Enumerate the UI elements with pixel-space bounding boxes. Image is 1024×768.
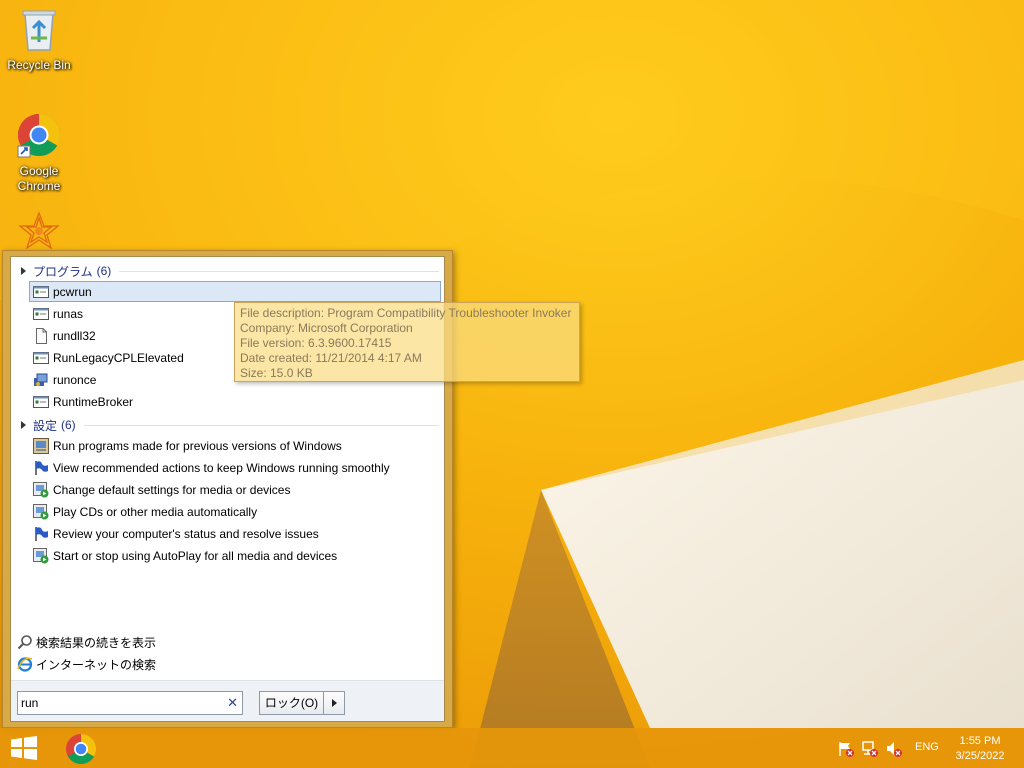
start-button[interactable]	[8, 736, 40, 760]
group-title: プログラム	[33, 264, 93, 279]
internet-explorer-icon	[17, 656, 33, 672]
item-label: RunLegacyCPLElevated	[53, 350, 184, 365]
internet-search-label: インターネットの検索	[36, 657, 157, 672]
list-item-view-recommended-actions[interactable]: View recommended actions to keep Windows…	[29, 457, 441, 478]
search-input[interactable]	[18, 693, 218, 713]
list-item-runtimebroker[interactable]: RuntimeBroker	[29, 391, 441, 412]
program-icon	[33, 394, 49, 410]
taskbar: ENG 1:55 PM 3/25/2022	[0, 728, 1024, 768]
lock-options-arrow-icon[interactable]	[324, 699, 344, 707]
item-label: Run programs made for previous versions …	[53, 438, 342, 453]
action-center-flag-icon[interactable]	[837, 740, 855, 758]
flag-icon	[33, 526, 49, 542]
group-header-programs[interactable]: プログラム (6)	[19, 263, 439, 279]
group-count: (6)	[96, 264, 112, 278]
item-label: Start or stop using AutoPlay for all med…	[53, 548, 338, 563]
google-chrome-desktop-icon[interactable]: Google Chrome	[1, 112, 77, 194]
taskbar-chrome-button[interactable]	[64, 733, 98, 765]
lock-button[interactable]: ロック(O)	[259, 691, 345, 715]
program-icon	[33, 306, 49, 322]
item-label: pcwrun	[53, 284, 92, 299]
recycle-bin-desktop-icon[interactable]: Recycle Bin	[1, 6, 77, 73]
autoplay-icon	[33, 547, 49, 564]
search-icon	[17, 634, 33, 650]
runonce-icon	[33, 372, 49, 388]
item-label: View recommended actions to keep Windows…	[53, 460, 390, 475]
recycle-bin-icon	[1, 6, 77, 56]
clock[interactable]: 1:55 PM 3/25/2022	[953, 734, 1007, 764]
tooltip-size: Size: 15.0 KB	[240, 366, 313, 380]
network-icon[interactable]	[861, 740, 879, 758]
group-divider	[119, 270, 439, 272]
list-item-pcwrun[interactable]: pcwrun	[29, 281, 441, 302]
group-title: 設定	[33, 418, 58, 433]
item-label: Change default settings for media or dev…	[53, 482, 291, 497]
clock-date: 3/25/2022	[955, 750, 1005, 762]
chrome-icon	[66, 734, 97, 765]
list-item-change-default-settings-media[interactable]: Change default settings for media or dev…	[29, 479, 441, 500]
file-info-tooltip: File description: Program Compatibility …	[234, 302, 580, 382]
expand-triangle-icon	[21, 267, 26, 275]
list-item-start-stop-autoplay[interactable]: Start or stop using AutoPlay for all med…	[29, 545, 441, 566]
windows-logo-icon	[11, 736, 37, 760]
google-chrome-label: Google Chrome	[17, 164, 61, 193]
internet-search-link[interactable]: インターネットの検索	[17, 655, 156, 673]
compat-icon	[33, 437, 49, 454]
group-count: (6)	[61, 418, 76, 432]
program-icon	[33, 350, 49, 366]
group-header-settings[interactable]: 設定 (6)	[19, 417, 439, 433]
lock-button-label[interactable]: ロック(O)	[260, 692, 324, 714]
item-label: rundll32	[53, 328, 96, 343]
expand-triangle-icon	[21, 421, 26, 429]
app-starburst-icon	[1, 210, 77, 254]
volume-muted-icon[interactable]	[885, 740, 903, 758]
see-more-results-link[interactable]: 検索結果の続きを表示	[17, 633, 156, 651]
file-icon	[33, 327, 49, 344]
search-bar-area: ✕ ロック(O)	[11, 680, 444, 721]
list-item-play-cds-automatically[interactable]: Play CDs or other media automatically	[29, 501, 441, 522]
clear-search-icon[interactable]: ✕	[227, 695, 238, 711]
clock-time: 1:55 PM	[959, 735, 1001, 747]
search-box[interactable]: ✕	[17, 691, 243, 715]
tooltip-file-description: File description: Program Compatibility …	[240, 306, 572, 320]
item-label: Play CDs or other media automatically	[53, 504, 258, 519]
flag-icon	[33, 460, 49, 476]
tooltip-company: Company: Microsoft Corporation	[240, 321, 413, 335]
group-divider	[83, 424, 439, 426]
autoplay-icon	[33, 481, 49, 498]
item-label: runas	[53, 306, 84, 321]
item-label: RuntimeBroker	[53, 394, 134, 409]
item-label: runonce	[53, 372, 97, 387]
list-item-review-computer-status[interactable]: Review your computer's status and resolv…	[29, 523, 441, 544]
program-icon	[33, 284, 49, 300]
tooltip-file-version: File version: 6.3.9600.17415	[240, 336, 392, 350]
autoplay-icon	[33, 503, 49, 520]
item-label: Review your computer's status and resolv…	[53, 526, 319, 541]
chrome-icon	[1, 112, 77, 162]
tooltip-date-created: Date created: 11/21/2014 4:17 AM	[240, 351, 422, 365]
see-more-results-label: 検索結果の続きを表示	[36, 635, 157, 650]
recycle-bin-label: Recycle Bin	[7, 58, 71, 72]
list-item-run-programs-previous-versions[interactable]: Run programs made for previous versions …	[29, 435, 441, 456]
input-language-indicator[interactable]: ENG	[915, 741, 939, 753]
